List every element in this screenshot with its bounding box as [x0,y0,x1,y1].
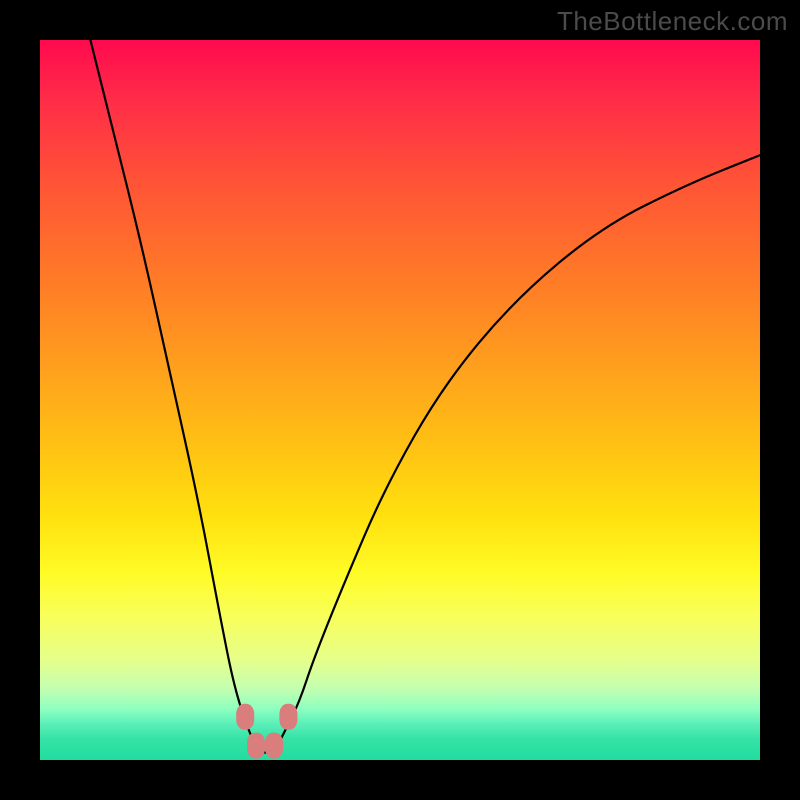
marker-4 [279,704,297,730]
chart-frame: TheBottleneck.com [0,0,800,800]
marker-3 [265,733,283,759]
watermark-text: TheBottleneck.com [557,6,788,37]
plot-area [40,40,760,760]
marker-1 [236,704,254,730]
marker-2 [247,733,265,759]
marker-layer [40,40,760,760]
